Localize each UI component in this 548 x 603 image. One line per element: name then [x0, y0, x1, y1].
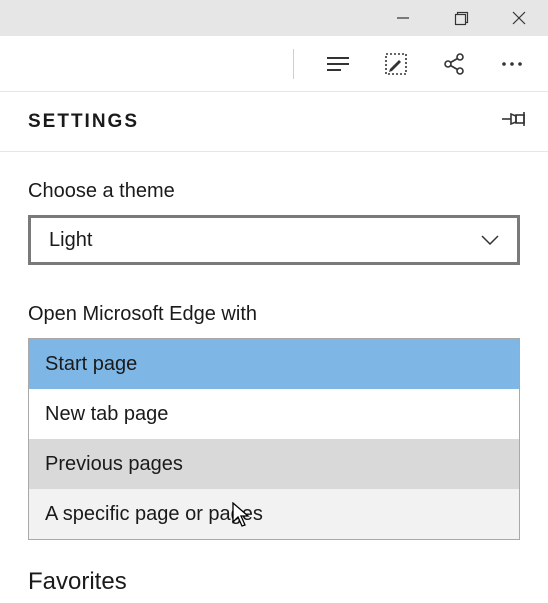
close-icon	[512, 11, 526, 25]
open-with-option-start-page[interactable]: Start page	[29, 339, 519, 389]
window-titlebar	[0, 0, 548, 36]
restore-icon	[454, 11, 469, 26]
open-with-option-previous-pages[interactable]: Previous pages	[29, 439, 519, 489]
settings-content: Choose a theme Light Open Microsoft Edge…	[0, 152, 548, 596]
option-label: New tab page	[45, 403, 168, 426]
share-button[interactable]	[440, 50, 468, 78]
open-with-option-specific-page[interactable]: A specific page or pages	[29, 489, 519, 539]
web-note-button[interactable]	[382, 50, 410, 78]
open-with-label: Open Microsoft Edge with	[28, 303, 520, 326]
option-label: Previous pages	[45, 453, 183, 476]
minimize-icon	[396, 11, 410, 25]
option-label: A specific page or pages	[45, 503, 263, 526]
more-button[interactable]	[498, 50, 526, 78]
close-button[interactable]	[490, 0, 548, 36]
web-note-icon	[384, 52, 408, 76]
reading-view-button[interactable]	[324, 50, 352, 78]
chevron-down-icon	[481, 235, 499, 245]
toolbar-separator	[293, 49, 294, 79]
open-with-option-new-tab[interactable]: New tab page	[29, 389, 519, 439]
pin-icon	[502, 110, 526, 128]
share-icon	[442, 52, 466, 76]
panel-header: SETTINGS	[0, 92, 548, 152]
toolbar	[0, 36, 548, 92]
theme-select-value: Light	[49, 229, 92, 252]
minimize-button[interactable]	[374, 0, 432, 36]
theme-label: Choose a theme	[28, 180, 520, 203]
reading-view-icon	[325, 54, 351, 74]
more-icon	[501, 61, 523, 67]
open-with-listbox[interactable]: Start page New tab page Previous pages A…	[28, 338, 520, 540]
option-label: Start page	[45, 353, 137, 376]
pin-button[interactable]	[502, 110, 526, 133]
panel-title: SETTINGS	[28, 111, 139, 133]
theme-select[interactable]: Light	[28, 215, 520, 265]
favorites-heading: Favorites	[28, 568, 520, 596]
restore-button[interactable]	[432, 0, 490, 36]
